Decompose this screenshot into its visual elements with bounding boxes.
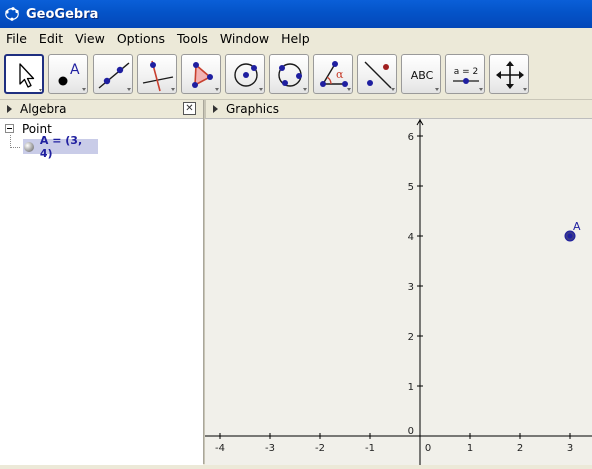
- point-a[interactable]: [567, 233, 573, 239]
- close-icon: ✕: [185, 103, 194, 114]
- y-tick-label: 0: [408, 426, 414, 437]
- y-tick-label: 3: [408, 282, 414, 293]
- point-tool-label: A: [70, 62, 80, 78]
- reflect-tool-button[interactable]: [357, 54, 397, 94]
- polygon-tool-button[interactable]: [181, 54, 221, 94]
- point-tool-button[interactable]: A: [48, 54, 88, 94]
- move-view-tool-button[interactable]: [489, 54, 529, 94]
- text-tool-button[interactable]: ABC: [401, 54, 441, 94]
- x-tick-label: 2: [517, 443, 523, 454]
- circle-tool-button[interactable]: [225, 54, 265, 94]
- x-tick-label: -1: [365, 443, 375, 454]
- polygon-icon: [192, 62, 219, 91]
- y-tick-label: 1: [408, 382, 414, 393]
- geogebra-logo-icon: [5, 7, 19, 21]
- tree-collapse-toggle[interactable]: [5, 124, 14, 133]
- slider-tool-button[interactable]: a = 2: [445, 54, 485, 94]
- menu-window[interactable]: Window: [214, 31, 275, 46]
- x-tick-label: -2: [315, 443, 325, 454]
- algebra-panel-header: Algebra: [0, 100, 203, 118]
- line-tool-button[interactable]: [93, 54, 133, 94]
- x-tick-label: 1: [467, 443, 473, 454]
- line-through-points-icon: [98, 62, 131, 91]
- point-a-label: A: [573, 220, 581, 233]
- move-tool-button[interactable]: [4, 54, 44, 94]
- menu-help[interactable]: Help: [275, 31, 316, 46]
- close-panel-button[interactable]: ✕: [183, 102, 196, 115]
- slider-icon: a = 2: [453, 67, 483, 91]
- visibility-toggle-icon[interactable]: [24, 141, 34, 152]
- angle-tool-label: α: [336, 68, 344, 81]
- x-tick-label: -4: [215, 443, 225, 454]
- y-tick-label: 4: [408, 232, 414, 243]
- graphics-panel-header: Graphics: [206, 100, 592, 118]
- tree-connector: [10, 147, 20, 149]
- y-tick-label: 6: [408, 132, 414, 143]
- circle-center-point-icon: [234, 63, 263, 91]
- perpendicular-line-icon: [142, 60, 175, 92]
- perpendicular-tool-button[interactable]: [137, 54, 177, 94]
- angle-icon: α: [320, 61, 351, 91]
- reflect-about-line-icon: [364, 61, 395, 91]
- toolbar: A α ABC a = 2: [0, 50, 592, 100]
- arrow-cursor-icon: [19, 63, 42, 92]
- menu-view[interactable]: View: [69, 31, 111, 46]
- angle-tool-button[interactable]: α: [313, 54, 353, 94]
- y-tick-label: 5: [408, 182, 414, 193]
- text-icon: ABC: [411, 69, 439, 91]
- collapse-triangle-icon[interactable]: [213, 105, 218, 113]
- circle-three-points-icon: [278, 63, 307, 91]
- algebra-view[interactable]: Point A = (3, 4): [0, 118, 203, 465]
- menu-file[interactable]: File: [0, 31, 33, 46]
- algebra-item-text: A = (3, 4): [39, 133, 83, 160]
- collapse-triangle-icon[interactable]: [7, 105, 12, 113]
- x-tick-label: -3: [265, 443, 275, 454]
- menu-tools[interactable]: Tools: [171, 31, 214, 46]
- y-tick-label: 2: [408, 332, 414, 343]
- title-bar: GeoGebra: [0, 0, 592, 28]
- algebra-item-point-a[interactable]: A = (3, 4): [23, 134, 98, 160]
- menu-bar: File Edit View Options Tools Window Help: [0, 28, 592, 48]
- menu-options[interactable]: Options: [111, 31, 171, 46]
- text-tool-label: ABC: [411, 69, 434, 82]
- x-tick-label: 3: [567, 443, 573, 454]
- move-graphics-view-icon: [496, 61, 527, 91]
- graphics-view[interactable]: -4 -3 -2 -1 0 1 2 3 1 2 3 4 5 6 0 A: [205, 118, 592, 465]
- point-icon: A: [58, 62, 86, 91]
- circle-three-points-tool-button[interactable]: [269, 54, 309, 94]
- x-tick-label: 0: [425, 443, 431, 454]
- algebra-panel-title: Algebra: [20, 102, 67, 116]
- menu-edit[interactable]: Edit: [33, 31, 69, 46]
- slider-tool-label: a = 2: [454, 67, 479, 77]
- window-title: GeoGebra: [26, 6, 99, 22]
- graphics-canvas[interactable]: -4 -3 -2 -1 0 1 2 3 1 2 3 4 5 6 0 A: [205, 119, 592, 465]
- graphics-panel-title: Graphics: [226, 102, 279, 116]
